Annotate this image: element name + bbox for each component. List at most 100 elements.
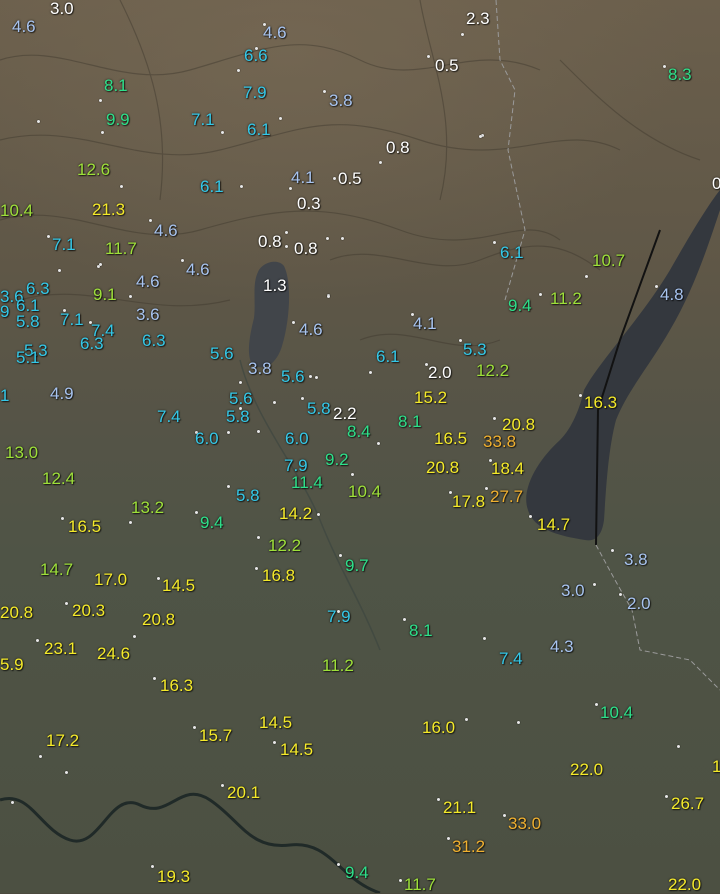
station-marker[interactable] bbox=[39, 755, 42, 758]
station-marker[interactable] bbox=[593, 583, 596, 586]
station-value-label[interactable]: 6.3 bbox=[80, 335, 104, 352]
station-value-label[interactable]: 27.7 bbox=[490, 488, 523, 505]
station-value-label[interactable]: 1 bbox=[0, 387, 9, 404]
station-marker[interactable] bbox=[101, 131, 104, 134]
station-marker[interactable] bbox=[459, 339, 462, 342]
station-marker[interactable] bbox=[493, 417, 496, 420]
station-value-label[interactable]: 4.6 bbox=[136, 273, 160, 290]
station-marker[interactable] bbox=[36, 639, 39, 642]
station-marker[interactable] bbox=[379, 161, 382, 164]
station-value-label[interactable]: 0.8 bbox=[258, 233, 282, 250]
station-marker[interactable] bbox=[485, 487, 488, 490]
station-value-label[interactable]: 11.4 bbox=[291, 474, 323, 491]
station-marker[interactable] bbox=[369, 371, 372, 374]
station-value-label[interactable]: 5.8 bbox=[236, 487, 260, 504]
station-marker[interactable] bbox=[99, 263, 102, 266]
station-value-label[interactable]: 9.4 bbox=[200, 514, 224, 531]
station-value-label[interactable]: 17.0 bbox=[94, 571, 127, 588]
station-value-label[interactable]: 7.1 bbox=[60, 311, 84, 328]
station-marker[interactable] bbox=[585, 275, 588, 278]
station-marker[interactable] bbox=[351, 473, 354, 476]
station-value-label[interactable]: 2.0 bbox=[627, 595, 651, 612]
station-marker[interactable] bbox=[663, 65, 666, 68]
station-value-label[interactable]: 0.8 bbox=[294, 240, 318, 257]
station-value-label[interactable]: 23.1 bbox=[44, 640, 77, 657]
station-value-label[interactable]: 17.8 bbox=[452, 493, 485, 510]
station-value-label[interactable]: 3.8 bbox=[248, 360, 272, 377]
station-value-label[interactable]: 31.2 bbox=[452, 838, 485, 855]
station-marker[interactable] bbox=[289, 187, 292, 190]
station-value-label[interactable]: 0 bbox=[712, 175, 720, 192]
station-marker[interactable] bbox=[595, 703, 598, 706]
station-value-label[interactable]: 10.7 bbox=[592, 252, 625, 269]
station-value-label[interactable]: 8.4 bbox=[347, 423, 371, 440]
station-value-label[interactable]: 11.7 bbox=[105, 240, 137, 257]
station-value-label[interactable]: 7.1 bbox=[52, 236, 76, 253]
station-value-label[interactable]: 16.8 bbox=[262, 567, 295, 584]
station-marker[interactable] bbox=[239, 381, 242, 384]
station-value-label[interactable]: 33.0 bbox=[508, 815, 541, 832]
station-value-label[interactable]: 9.4 bbox=[508, 297, 532, 314]
station-value-label[interactable]: 7.9 bbox=[284, 457, 308, 474]
station-value-label[interactable]: 12.4 bbox=[42, 470, 75, 487]
station-value-label[interactable]: 12.6 bbox=[77, 161, 110, 178]
station-value-label[interactable]: 11.7 bbox=[404, 876, 436, 893]
station-marker[interactable] bbox=[257, 536, 260, 539]
station-value-label[interactable]: 11.2 bbox=[550, 290, 582, 307]
station-marker[interactable] bbox=[437, 798, 440, 801]
station-marker[interactable] bbox=[65, 771, 68, 774]
station-value-label[interactable]: 10.4 bbox=[0, 202, 33, 219]
station-marker[interactable] bbox=[655, 285, 658, 288]
station-marker[interactable] bbox=[493, 241, 496, 244]
station-marker[interactable] bbox=[447, 837, 450, 840]
station-value-label[interactable]: 4.6 bbox=[12, 18, 36, 35]
station-value-label[interactable]: 20.8 bbox=[502, 416, 535, 433]
station-value-label[interactable]: 10.4 bbox=[600, 704, 633, 721]
station-value-label[interactable]: 7.4 bbox=[499, 650, 523, 667]
station-value-label[interactable]: 22.0 bbox=[570, 761, 603, 778]
station-value-label[interactable]: 5.8 bbox=[16, 313, 40, 330]
station-marker[interactable] bbox=[327, 295, 330, 298]
station-marker[interactable] bbox=[309, 375, 312, 378]
station-value-label[interactable]: 4.6 bbox=[154, 222, 178, 239]
station-marker[interactable] bbox=[221, 784, 224, 787]
station-value-label[interactable]: 4.3 bbox=[550, 638, 574, 655]
station-marker[interactable] bbox=[677, 745, 680, 748]
station-marker[interactable] bbox=[337, 863, 340, 866]
station-marker[interactable] bbox=[99, 99, 102, 102]
station-value-label[interactable]: 0.3 bbox=[297, 195, 321, 212]
station-marker[interactable] bbox=[377, 442, 380, 445]
station-marker[interactable] bbox=[11, 801, 14, 804]
station-value-label[interactable]: 11.2 bbox=[322, 657, 354, 674]
station-value-label[interactable]: 22.0 bbox=[668, 876, 701, 893]
station-value-label[interactable]: 7.9 bbox=[243, 84, 267, 101]
station-marker[interactable] bbox=[339, 554, 342, 557]
station-value-label[interactable]: 4.1 bbox=[413, 315, 437, 332]
station-value-label[interactable]: 18.4 bbox=[491, 460, 524, 477]
station-value-label[interactable]: 5.9 bbox=[0, 656, 24, 673]
station-marker[interactable] bbox=[399, 879, 402, 882]
station-value-label[interactable]: 2.3 bbox=[466, 10, 490, 27]
station-marker[interactable] bbox=[181, 259, 184, 262]
station-marker[interactable] bbox=[285, 245, 288, 248]
station-value-label[interactable]: 4.8 bbox=[660, 286, 684, 303]
station-value-label[interactable]: 3.8 bbox=[329, 92, 353, 109]
station-marker[interactable] bbox=[193, 726, 196, 729]
station-marker[interactable] bbox=[292, 321, 295, 324]
station-value-label[interactable]: 6.1 bbox=[247, 121, 271, 138]
station-value-label[interactable]: 20.8 bbox=[426, 459, 459, 476]
station-marker[interactable] bbox=[427, 55, 430, 58]
station-value-label[interactable]: 24.6 bbox=[97, 645, 130, 662]
station-marker[interactable] bbox=[255, 567, 258, 570]
station-value-label[interactable]: 6.0 bbox=[285, 430, 309, 447]
station-value-label[interactable]: 13.2 bbox=[131, 499, 164, 516]
station-value-label[interactable]: 20.1 bbox=[227, 784, 260, 801]
station-value-label[interactable]: 3.0 bbox=[50, 0, 74, 17]
station-marker[interactable] bbox=[157, 577, 160, 580]
station-value-label[interactable]: 20.8 bbox=[0, 604, 33, 621]
station-value-label[interactable]: 4.9 bbox=[50, 385, 74, 402]
station-marker[interactable] bbox=[579, 394, 582, 397]
station-marker[interactable] bbox=[61, 517, 64, 520]
station-marker[interactable] bbox=[479, 135, 482, 138]
station-marker[interactable] bbox=[503, 814, 506, 817]
